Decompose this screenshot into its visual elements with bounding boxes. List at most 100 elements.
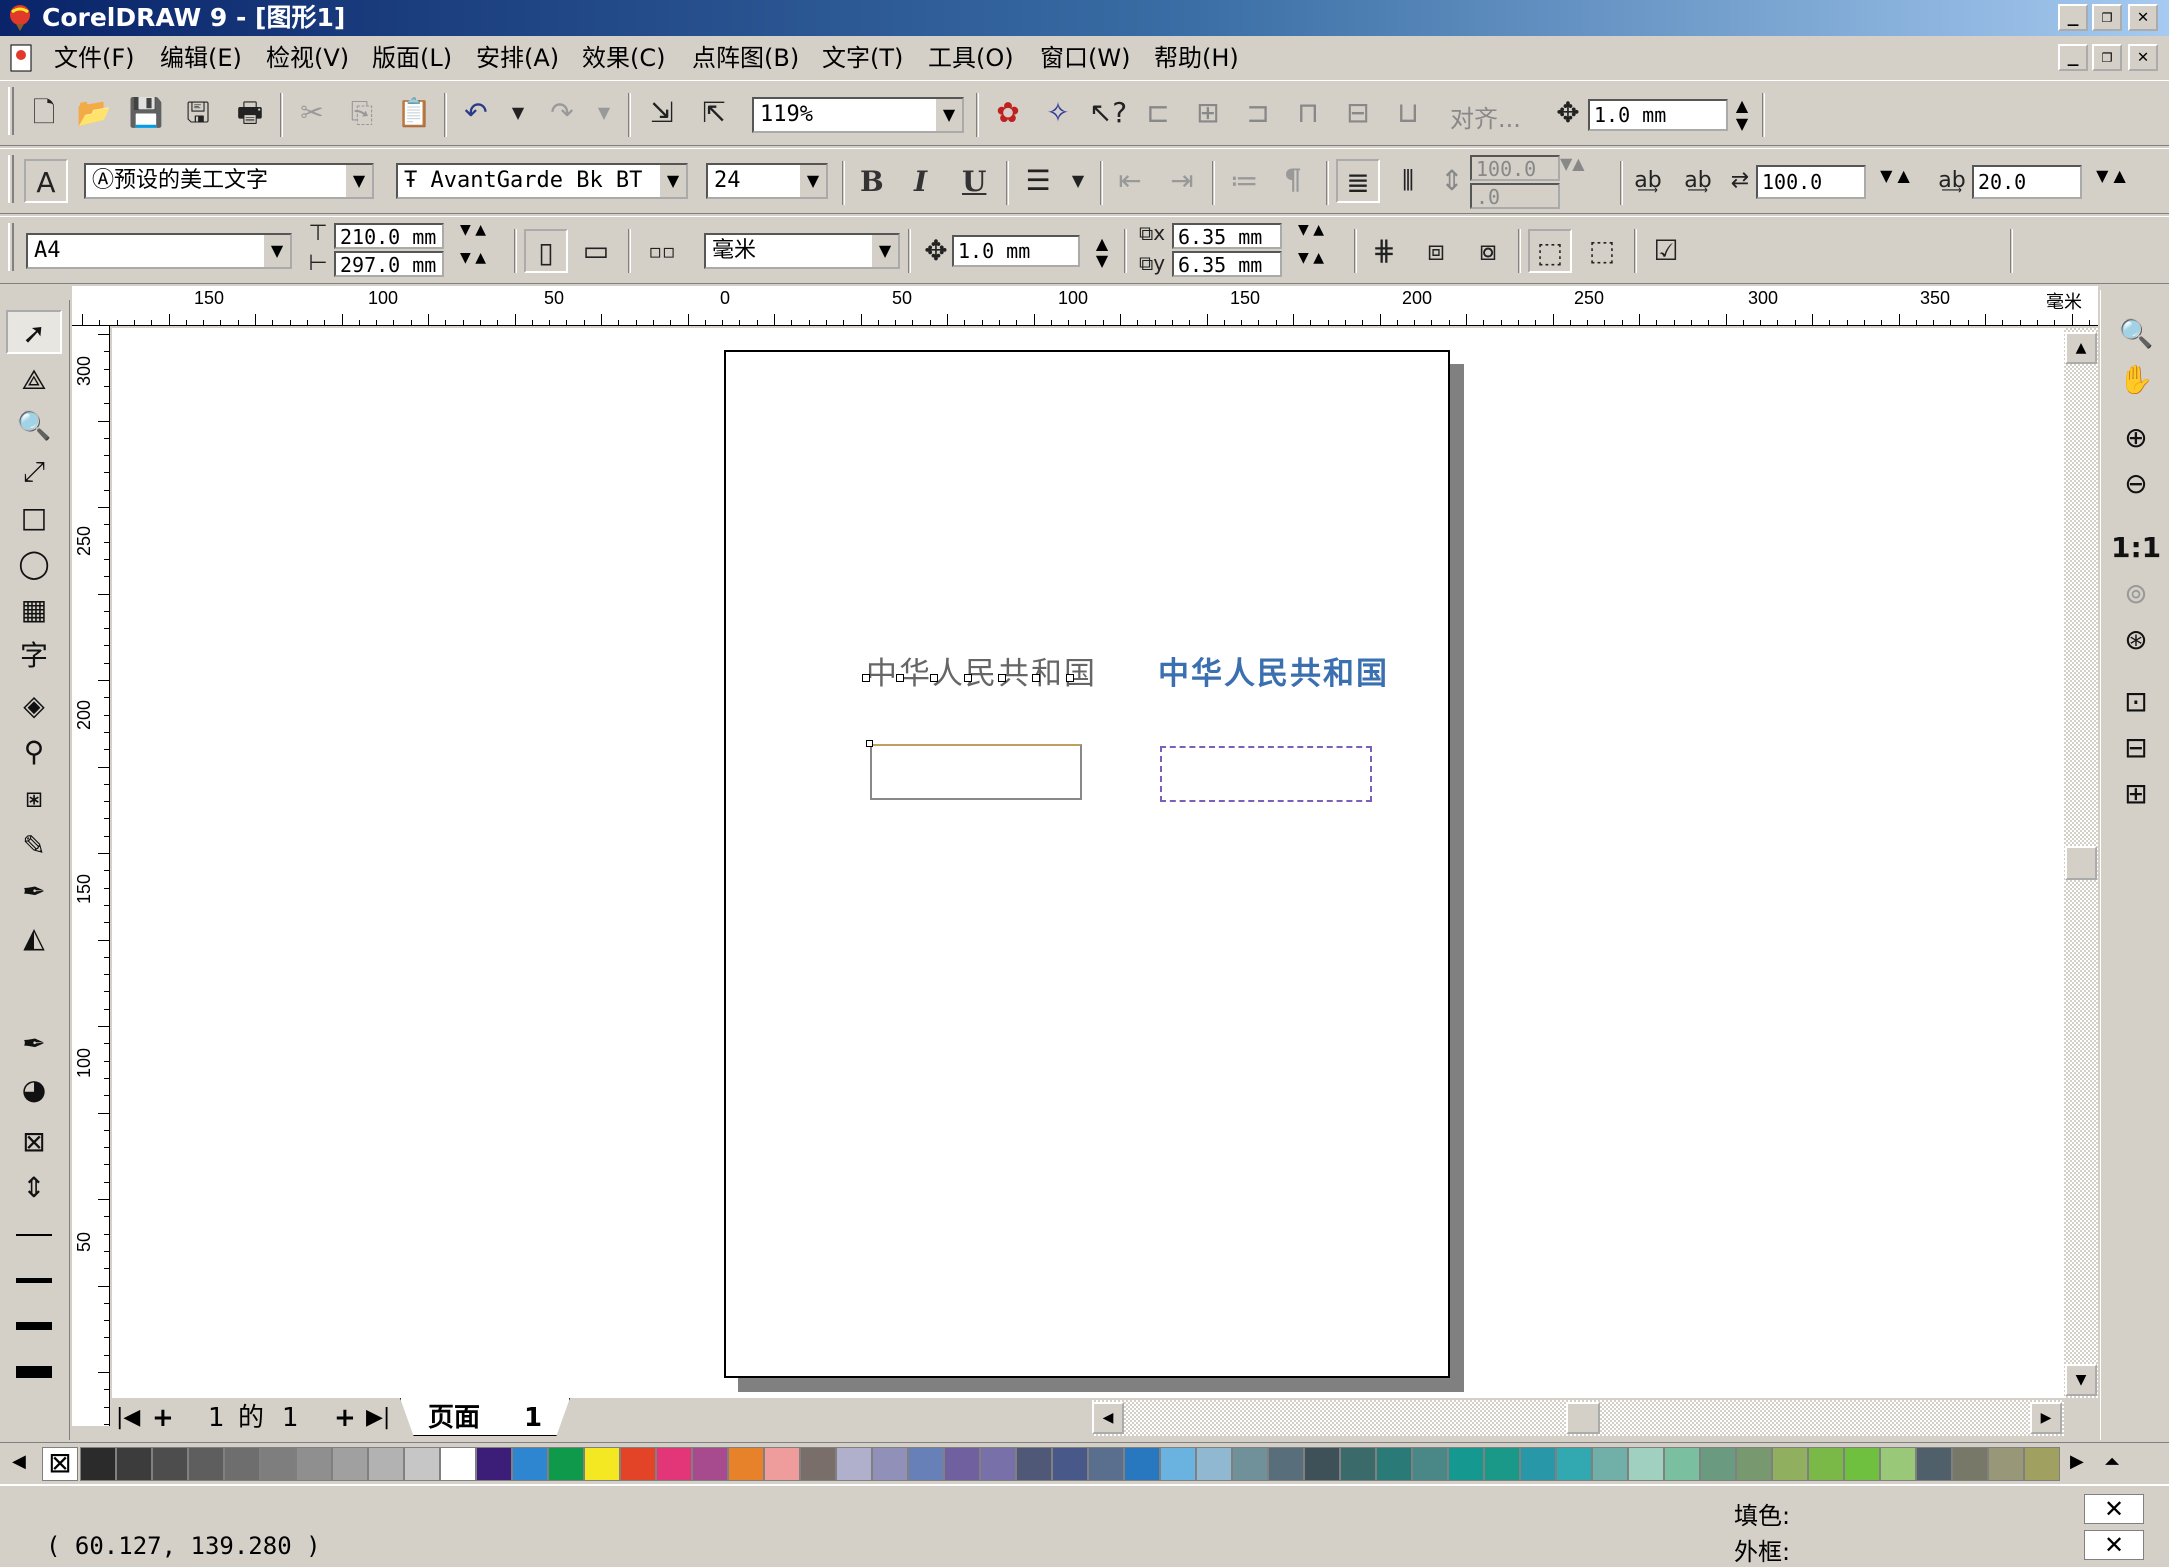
page-width-input[interactable]: 210.0 mm [334, 223, 444, 249]
color-swatch[interactable] [1844, 1447, 1880, 1481]
color-swatch[interactable] [1664, 1447, 1700, 1481]
align-right-icon[interactable]: ⊐ [1236, 91, 1280, 135]
cut-icon[interactable]: ✂ [290, 91, 334, 135]
undo-icon[interactable]: ↶ [454, 91, 498, 135]
color-swatch[interactable] [1268, 1447, 1304, 1481]
blend-tool-icon[interactable]: ⧆ [6, 776, 62, 820]
align-bottom-icon[interactable]: ⊔ [1386, 91, 1430, 135]
horizontal-ruler[interactable]: 150 100 50 0 50 100 150 200 250 300 350 … [72, 286, 2098, 326]
doc-close-button[interactable]: ✕ [2128, 44, 2158, 71]
paste-icon[interactable]: 📋 [392, 91, 436, 135]
word-spacing-spinner[interactable]: ▼ ▲ [1870, 168, 1920, 197]
page-layout-icon[interactable]: ▫▫ [640, 229, 684, 273]
color-swatch[interactable] [1808, 1447, 1844, 1481]
thin-line-icon[interactable] [6, 1258, 62, 1302]
print-icon[interactable]: 🖶 [228, 91, 272, 135]
freehand-tool-icon[interactable]: ⤢ [6, 450, 62, 494]
no-outline-icon[interactable]: ⊠ [6, 1120, 62, 1164]
export-icon[interactable]: ⇱ [692, 91, 736, 135]
no-fill-swatch[interactable]: ⊠ [42, 1447, 78, 1481]
transparency-tool-icon[interactable]: ⚲ [6, 730, 62, 774]
outline-none-icon[interactable]: ✕ [2084, 1530, 2144, 1560]
close-button[interactable]: ✕ [2128, 4, 2158, 31]
import-icon[interactable]: ⇲ [640, 91, 684, 135]
color-swatch[interactable] [1232, 1447, 1268, 1481]
snap-guidelines-icon[interactable]: ⧈ [1414, 229, 1458, 273]
color-swatch[interactable] [548, 1447, 584, 1481]
open-icon[interactable]: 📂 [72, 91, 116, 135]
color-swatch[interactable] [584, 1447, 620, 1481]
align-middle-icon[interactable]: ⊟ [1336, 91, 1380, 135]
font-combo[interactable]: Ŧ AvantGarde Bk BT ▼ [396, 163, 688, 199]
rectangle-object-dashed[interactable] [1160, 746, 1372, 802]
node-handle[interactable] [998, 674, 1006, 682]
color-swatch[interactable] [1556, 1447, 1592, 1481]
menu-arrange[interactable]: 安排(A) [472, 38, 563, 78]
options-icon[interactable]: ☑ [1644, 229, 1688, 273]
menu-layout[interactable]: 版面(L) [368, 38, 456, 78]
node-handle[interactable] [1066, 674, 1074, 682]
page-width-spinner[interactable]: ▼ ▲ [446, 223, 500, 251]
color-swatch[interactable] [1484, 1447, 1520, 1481]
scroll-up-icon[interactable]: ▲ [2065, 332, 2097, 364]
zoom-page-height-icon[interactable]: ⊞ [2111, 772, 2161, 816]
style-combo[interactable]: Ⓐ预设的美工文字 ▼ [84, 163, 374, 199]
page-height-spinner[interactable]: ▼ ▲ [446, 251, 500, 279]
scroll-left-icon[interactable]: ◀ [1092, 1402, 1124, 1434]
color-swatch[interactable] [1196, 1447, 1232, 1481]
char-spacing-input-2[interactable]: .0 [1470, 183, 1560, 209]
color-swatch[interactable] [368, 1447, 404, 1481]
color-swatch[interactable] [1880, 1447, 1916, 1481]
palette-scroll-left-icon[interactable]: ◀ [12, 1451, 26, 1472]
color-swatch[interactable] [512, 1447, 548, 1481]
color-swatch[interactable] [1988, 1447, 2024, 1481]
color-swatch[interactable] [1700, 1447, 1736, 1481]
color-swatch[interactable] [260, 1447, 296, 1481]
snap-objects-icon[interactable]: ⧇ [1466, 229, 1510, 273]
add-page-after-button[interactable]: + [334, 1398, 356, 1438]
line-spacing-spinner[interactable]: ▼ ▲ [2086, 168, 2136, 197]
color-swatch[interactable] [1160, 1447, 1196, 1481]
color-swatch[interactable] [908, 1447, 944, 1481]
color-swatch[interactable] [404, 1447, 440, 1481]
color-swatch[interactable] [1772, 1447, 1808, 1481]
color-swatch[interactable] [836, 1447, 872, 1481]
color-wheel-icon[interactable]: ◕ [6, 1068, 62, 1112]
color-swatch[interactable] [1628, 1447, 1664, 1481]
scroll-thumb[interactable] [2065, 846, 2097, 880]
char-spacing-spinner[interactable]: ▼▲ [1560, 156, 1585, 185]
underline-button[interactable]: U [962, 165, 986, 198]
minimize-button[interactable]: _ [2058, 4, 2088, 31]
color-swatch[interactable] [296, 1447, 332, 1481]
draw-selected-icon[interactable]: ⬚ [1580, 229, 1624, 273]
duplicate-x-input[interactable]: 6.35 mm [1172, 223, 1282, 249]
duplicate-y-spinner[interactable]: ▼ ▲ [1284, 251, 1338, 279]
menu-window[interactable]: 窗口(W) [1036, 38, 1134, 78]
node-handle[interactable] [964, 674, 972, 682]
color-swatch[interactable] [332, 1447, 368, 1481]
interactive-fill-icon[interactable]: ◈ [6, 684, 62, 728]
char-spacing-input-1[interactable]: 100.0 [1470, 155, 1560, 181]
zoom-combo[interactable]: 119% ▼ [752, 97, 964, 133]
line-spacing-input[interactable]: 20.0 [1972, 165, 2082, 199]
align-top-icon[interactable]: ⊓ [1286, 91, 1330, 135]
color-swatch[interactable] [188, 1447, 224, 1481]
restore-button[interactable]: ❐ [2092, 4, 2122, 31]
fill-none-icon[interactable]: ✕ [2084, 1494, 2144, 1524]
fill-bucket-icon[interactable]: ◭ [6, 916, 62, 960]
paragraph-icon[interactable]: ¶ [1284, 163, 1302, 196]
application-launcher-icon[interactable]: ✿ [986, 91, 1030, 135]
palette-scroll-right-icon[interactable]: ▶ [2070, 1451, 2084, 1472]
menu-help[interactable]: 帮助(H) [1150, 38, 1243, 78]
page-height-input[interactable]: 297.0 mm [334, 251, 444, 277]
color-swatch[interactable] [728, 1447, 764, 1481]
zoom-out-icon[interactable]: ⊖ [2111, 462, 2161, 506]
property-nudge-spinner[interactable]: ▲ ▼ [1090, 235, 1114, 269]
menu-edit[interactable]: 编辑(E) [156, 38, 246, 78]
menu-file[interactable]: 文件(F) [50, 38, 139, 78]
italic-button[interactable]: I [914, 165, 927, 198]
color-swatch[interactable] [1376, 1447, 1412, 1481]
zoom-tool-icon[interactable]: 🔍 [6, 404, 62, 448]
menu-view[interactable]: 检视(V) [262, 38, 353, 78]
shape-tool-icon[interactable]: ⟁ [6, 358, 62, 402]
